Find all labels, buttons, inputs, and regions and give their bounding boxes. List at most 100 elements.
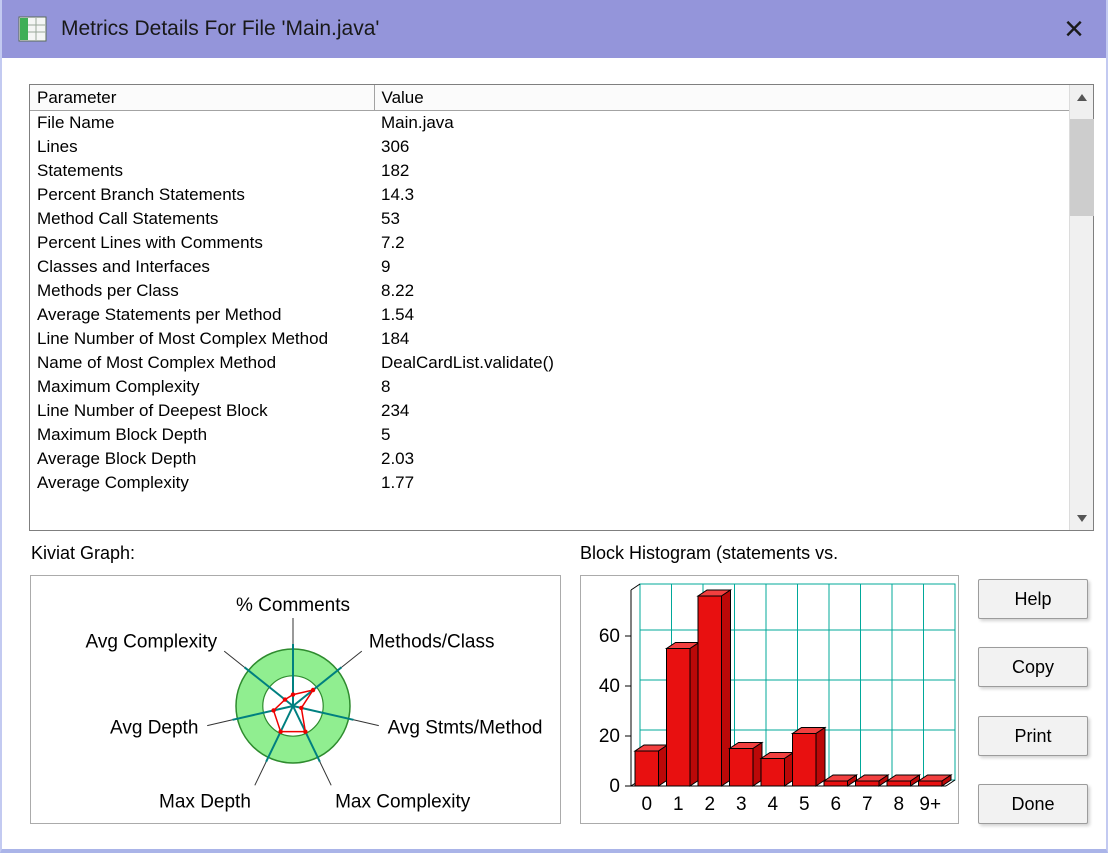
- scroll-track[interactable]: [1069, 109, 1094, 506]
- app-icon: [18, 16, 47, 42]
- parameter-cell: Line Number of Most Complex Method: [37, 329, 329, 348]
- value-cell: 7.2: [381, 233, 405, 252]
- parameter-cell: Percent Branch Statements: [37, 185, 245, 204]
- y-tick-label: 0: [609, 776, 620, 797]
- help-button[interactable]: Help: [978, 579, 1088, 619]
- table-header-row: Parameter Value: [30, 85, 1069, 111]
- table-row[interactable]: Line Number of Deepest Block 234: [30, 399, 1069, 423]
- histogram-bar: [792, 733, 817, 787]
- parameter-cell: Line Number of Deepest Block: [37, 401, 268, 420]
- histogram-bar: [886, 780, 911, 787]
- table-row[interactable]: Maximum Block Depth 5: [30, 423, 1069, 447]
- x-category-label: 0: [641, 794, 652, 815]
- kiviat-axis-label: Max Depth: [159, 791, 251, 812]
- table-row[interactable]: Classes and Interfaces 9: [30, 255, 1069, 279]
- parameter-cell: Maximum Block Depth: [37, 425, 208, 444]
- print-button[interactable]: Print: [978, 716, 1088, 756]
- x-category-label: 9+: [919, 794, 941, 815]
- y-tick-label: 40: [599, 676, 620, 697]
- x-category-label: 1: [673, 794, 684, 815]
- parameter-cell: Average Block Depth: [37, 449, 197, 468]
- kiviat-label-pointer: [207, 719, 233, 727]
- table-row[interactable]: Method Call Statements 53: [30, 207, 1069, 231]
- table-row[interactable]: Statements 182: [30, 159, 1069, 183]
- value-cell: DealCardList.validate(): [381, 353, 554, 372]
- y-tick-label: 20: [599, 726, 620, 747]
- parameter-cell: Statements: [37, 161, 123, 180]
- kiviat-axis-label: Avg Stmts/Method: [388, 718, 543, 739]
- kiviat-axis-label: Methods/Class: [369, 632, 495, 653]
- block-histogram: 02040600 1 2 3 4 5 6 7 8 9+: [599, 583, 956, 815]
- histogram-bar: [760, 758, 785, 787]
- histogram-panel: 0 20 40 60 0 1 2 3 4 5 6 7 8 9+: [580, 575, 959, 824]
- vertical-scrollbar[interactable]: [1069, 85, 1094, 530]
- parameter-cell: Method Call Statements: [37, 209, 219, 228]
- value-cell: 306: [381, 137, 410, 156]
- kiviat-section-label: Kiviat Graph:: [31, 543, 136, 563]
- kiviat-series-point: [271, 708, 276, 713]
- value-cell: 1.77: [381, 473, 415, 492]
- histogram-bar: [918, 780, 943, 787]
- parameter-cell: Percent Lines with Comments: [37, 233, 263, 252]
- x-category-label: 3: [736, 794, 747, 815]
- table-row[interactable]: Line Number of Most Complex Method 184: [30, 327, 1069, 351]
- kiviat-label-pointer: [223, 650, 245, 668]
- kiviat-label-pointer: [353, 719, 379, 727]
- metrics-table: Parameter Value File Name Main.java Lines 3…: [30, 85, 1069, 495]
- copy-button[interactable]: Copy: [978, 647, 1088, 687]
- done-button[interactable]: Done: [978, 784, 1088, 824]
- value-cell: 2.03: [381, 449, 415, 468]
- kiviat-series-point: [299, 705, 304, 711]
- histogram-bar: [697, 595, 722, 787]
- scroll-thumb[interactable]: [1069, 119, 1094, 216]
- value-cell: 8.22: [381, 281, 415, 300]
- table-row[interactable]: Methods per Class 8.22: [30, 279, 1069, 303]
- value-cell: 14.3: [381, 185, 415, 204]
- kiviat-label-pointer: [341, 650, 363, 668]
- histogram-bar-side: [815, 726, 826, 787]
- x-category-label: 8: [893, 794, 904, 815]
- histogram-bar: [855, 780, 880, 787]
- table-row[interactable]: File Name Main.java: [30, 111, 1069, 136]
- y-tick-label: 60: [599, 626, 620, 647]
- parameter-cell: Name of Most Complex Method: [37, 353, 277, 372]
- value-cell: 9: [381, 257, 391, 276]
- value-cell: 234: [381, 401, 410, 420]
- x-category-label: 7: [862, 794, 873, 815]
- table-row[interactable]: Average Statements per Method 1.54: [30, 303, 1069, 327]
- table-row[interactable]: Name of Most Complex Method DealCardList.…: [30, 351, 1069, 375]
- value-cell: 53: [381, 209, 400, 228]
- scroll-down-button[interactable]: [1070, 506, 1094, 530]
- table-row[interactable]: Lines 306: [30, 135, 1069, 159]
- scroll-up-icon: [1076, 93, 1087, 101]
- kiviat-series-point: [278, 729, 283, 734]
- kiviat-series-point: [303, 729, 308, 734]
- column-header-parameter[interactable]: Parameter: [30, 85, 375, 111]
- kiviat-axis-label: Max Complexity: [335, 791, 471, 812]
- kiviat-axis-label: Avg Complexity: [86, 632, 218, 653]
- histogram-bar: [823, 780, 848, 787]
- table-row[interactable]: Percent Branch Statements 14.3: [30, 183, 1069, 207]
- parameter-cell: File Name: [37, 113, 115, 132]
- value-cell: 184: [381, 329, 410, 348]
- metrics-table-area: Parameter Value File Name Main.java Lines 3…: [30, 85, 1069, 530]
- table-row[interactable]: Maximum Complexity 8: [30, 375, 1069, 399]
- table-row[interactable]: Average Block Depth 2.03: [30, 447, 1069, 471]
- table-row[interactable]: Average Complexity 1.77: [30, 471, 1069, 495]
- parameter-cell: Maximum Complexity: [37, 377, 200, 396]
- histogram-section-label: Block Histogram (statements vs.: [580, 543, 839, 563]
- column-header-value[interactable]: Value: [374, 85, 1069, 111]
- value-cell: 1.54: [381, 305, 415, 324]
- dialog-window: Metrics Details For File 'Main.java' × P…: [0, 0, 1108, 853]
- metrics-table-container: Parameter Value File Name Main.java Lines 3…: [29, 84, 1094, 531]
- scroll-up-button[interactable]: [1070, 85, 1094, 109]
- table-row[interactable]: Percent Lines with Comments 7.2: [30, 231, 1069, 255]
- window-title: Metrics Details For File 'Main.java': [61, 17, 380, 40]
- axis-depth-line: [630, 583, 641, 591]
- value-cell: Main.java: [381, 113, 454, 132]
- close-button[interactable]: ×: [1058, 12, 1090, 46]
- dialog-body: Parameter Value File Name Main.java Lines 3…: [2, 58, 1106, 849]
- scroll-down-icon: [1076, 514, 1087, 522]
- parameter-cell: Average Statements per Method: [37, 305, 282, 324]
- kiviat-series-point: [282, 697, 288, 702]
